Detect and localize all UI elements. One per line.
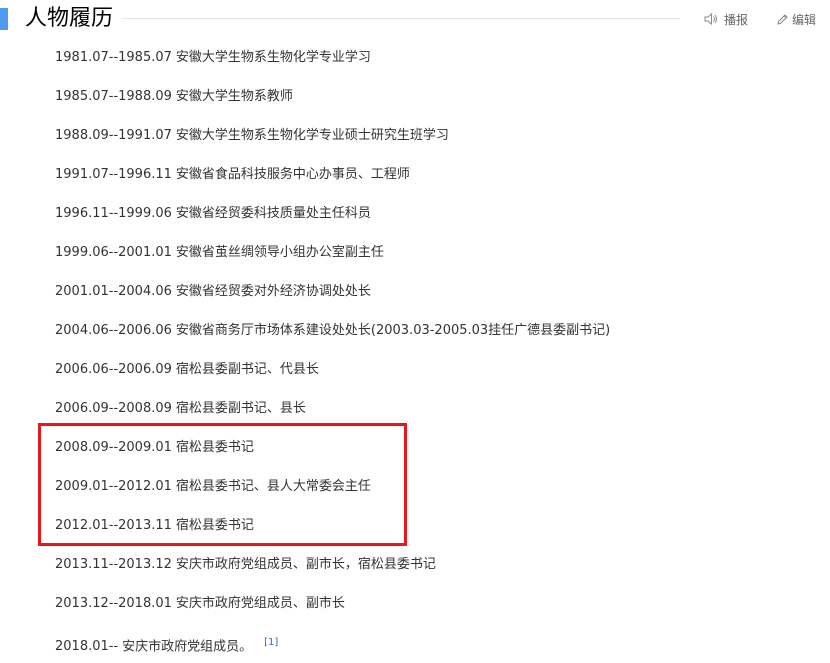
entry-dates: 1985.07--1988.09 [55, 89, 172, 104]
header-divider [122, 18, 680, 19]
section-header: 人物履历 播报 编辑 [0, 0, 830, 40]
entry-text: 安徽省经贸委科技质量处主任科员 [175, 206, 371, 221]
career-entry: 2013.11--2013.12 安庆市政府党组成员、副市长，宿松县委书记 [55, 554, 610, 593]
career-entry: 2004.06--2006.06 安徽省商务厅市场体系建设处处长(2003.03-… [55, 320, 610, 359]
report-button[interactable]: 播报 [704, 9, 748, 29]
entry-dates: 2018.01-- [55, 639, 119, 655]
edit-label: 编辑 [792, 12, 817, 27]
report-label: 播报 [724, 12, 749, 27]
career-entry: 1988.09--1991.07 安徽大学生物系生物化学专业硕士研究生班学习 [55, 125, 610, 164]
career-entry: 2001.01--2004.06 安徽省经贸委对外经济协调处处长 [55, 281, 610, 320]
entry-dates: 2013.11--2013.12 [55, 557, 172, 572]
entry-text: 安徽省食品科技服务中心办事员、工程师 [175, 167, 410, 182]
career-entry: 2013.12--2018.01 安庆市政府党组成员、副市长 [55, 593, 610, 632]
entry-text: 安徽大学生物系生物化学专业学习 [175, 50, 371, 65]
entry-text: 安徽大学生物系教师 [175, 89, 293, 104]
career-section: 人物履历 播报 编辑 1981.07--1985.07 安徽大学生物系生物化学专… [0, 0, 830, 663]
entry-dates: 2013.12--2018.01 [55, 596, 172, 611]
entry-dates: 1988.09--1991.07 [55, 128, 172, 143]
entry-text: 安徽省茧丝绸领导小组办公室副主任 [175, 245, 384, 260]
section-accent-bar [0, 8, 8, 30]
entry-dates: 2012.01--2013.11 [55, 518, 172, 533]
section-title: 人物履历 [25, 6, 114, 31]
entry-dates: 2001.01--2004.06 [55, 284, 172, 299]
entry-text: 安庆市政府党组成员、副市长，宿松县委书记 [175, 557, 436, 572]
entry-text: 宿松县委书记、县人大常委会主任 [175, 479, 371, 494]
entry-dates: 2006.09--2008.09 [55, 401, 172, 416]
career-entry: 2006.09--2008.09 宿松县委副书记、县长 [55, 398, 610, 437]
entry-text: 安庆市政府党组成员。 [122, 639, 253, 655]
entry-dates: 1991.07--1996.11 [55, 167, 172, 182]
edit-button[interactable]: 编辑 [776, 9, 816, 29]
entry-dates: 1996.11--1999.06 [55, 206, 172, 221]
entry-text: 安徽省经贸委对外经济协调处处长 [175, 284, 371, 299]
entry-dates: 2009.01--2012.01 [55, 479, 172, 494]
entry-dates: 2004.06--2006.06 [55, 323, 172, 338]
entry-text: 宿松县委副书记、县长 [175, 401, 306, 416]
career-entry: 1996.11--1999.06 安徽省经贸委科技质量处主任科员 [55, 203, 610, 242]
entry-text: 安庆市政府党组成员、副市长 [175, 596, 345, 611]
entry-dates: 2006.06--2006.09 [55, 362, 172, 377]
career-entry: 1991.07--1996.11 安徽省食品科技服务中心办事员、工程师 [55, 164, 610, 203]
entry-text: 宿松县委副书记、代县长 [175, 362, 319, 377]
career-entry: 2012.01--2013.11 宿松县委书记 [55, 515, 610, 554]
entry-text: 宿松县委书记 [175, 440, 254, 455]
career-entry: 2009.01--2012.01 宿松县委书记、县人大常委会主任 [55, 476, 610, 515]
career-entry: 2018.01-- 安庆市政府党组成员。 [1] [55, 632, 610, 663]
career-entry: 2008.09--2009.01 宿松县委书记 [55, 437, 610, 476]
speaker-icon [704, 13, 718, 25]
entry-dates: 1981.07--1985.07 [55, 50, 172, 65]
career-list: 1981.07--1985.07 安徽大学生物系生物化学专业学习 1985.07-… [55, 47, 610, 663]
entry-text: 安徽大学生物系生物化学专业硕士研究生班学习 [175, 128, 449, 143]
entry-dates: 2008.09--2009.01 [55, 440, 172, 455]
career-entry: 1985.07--1988.09 安徽大学生物系教师 [55, 86, 610, 125]
pencil-icon [776, 13, 789, 26]
entry-text: 宿松县委书记 [175, 518, 254, 533]
career-entry: 2006.06--2006.09 宿松县委副书记、代县长 [55, 359, 610, 398]
reference-link[interactable]: [1] [264, 637, 278, 648]
entry-text: 安徽省商务厅市场体系建设处处长(2003.03-2005.03挂任广德县委副书记… [175, 323, 611, 338]
career-entry: 1999.06--2001.01 安徽省茧丝绸领导小组办公室副主任 [55, 242, 610, 281]
entry-dates: 1999.06--2001.01 [55, 245, 172, 260]
career-entry: 1981.07--1985.07 安徽大学生物系生物化学专业学习 [55, 47, 610, 86]
